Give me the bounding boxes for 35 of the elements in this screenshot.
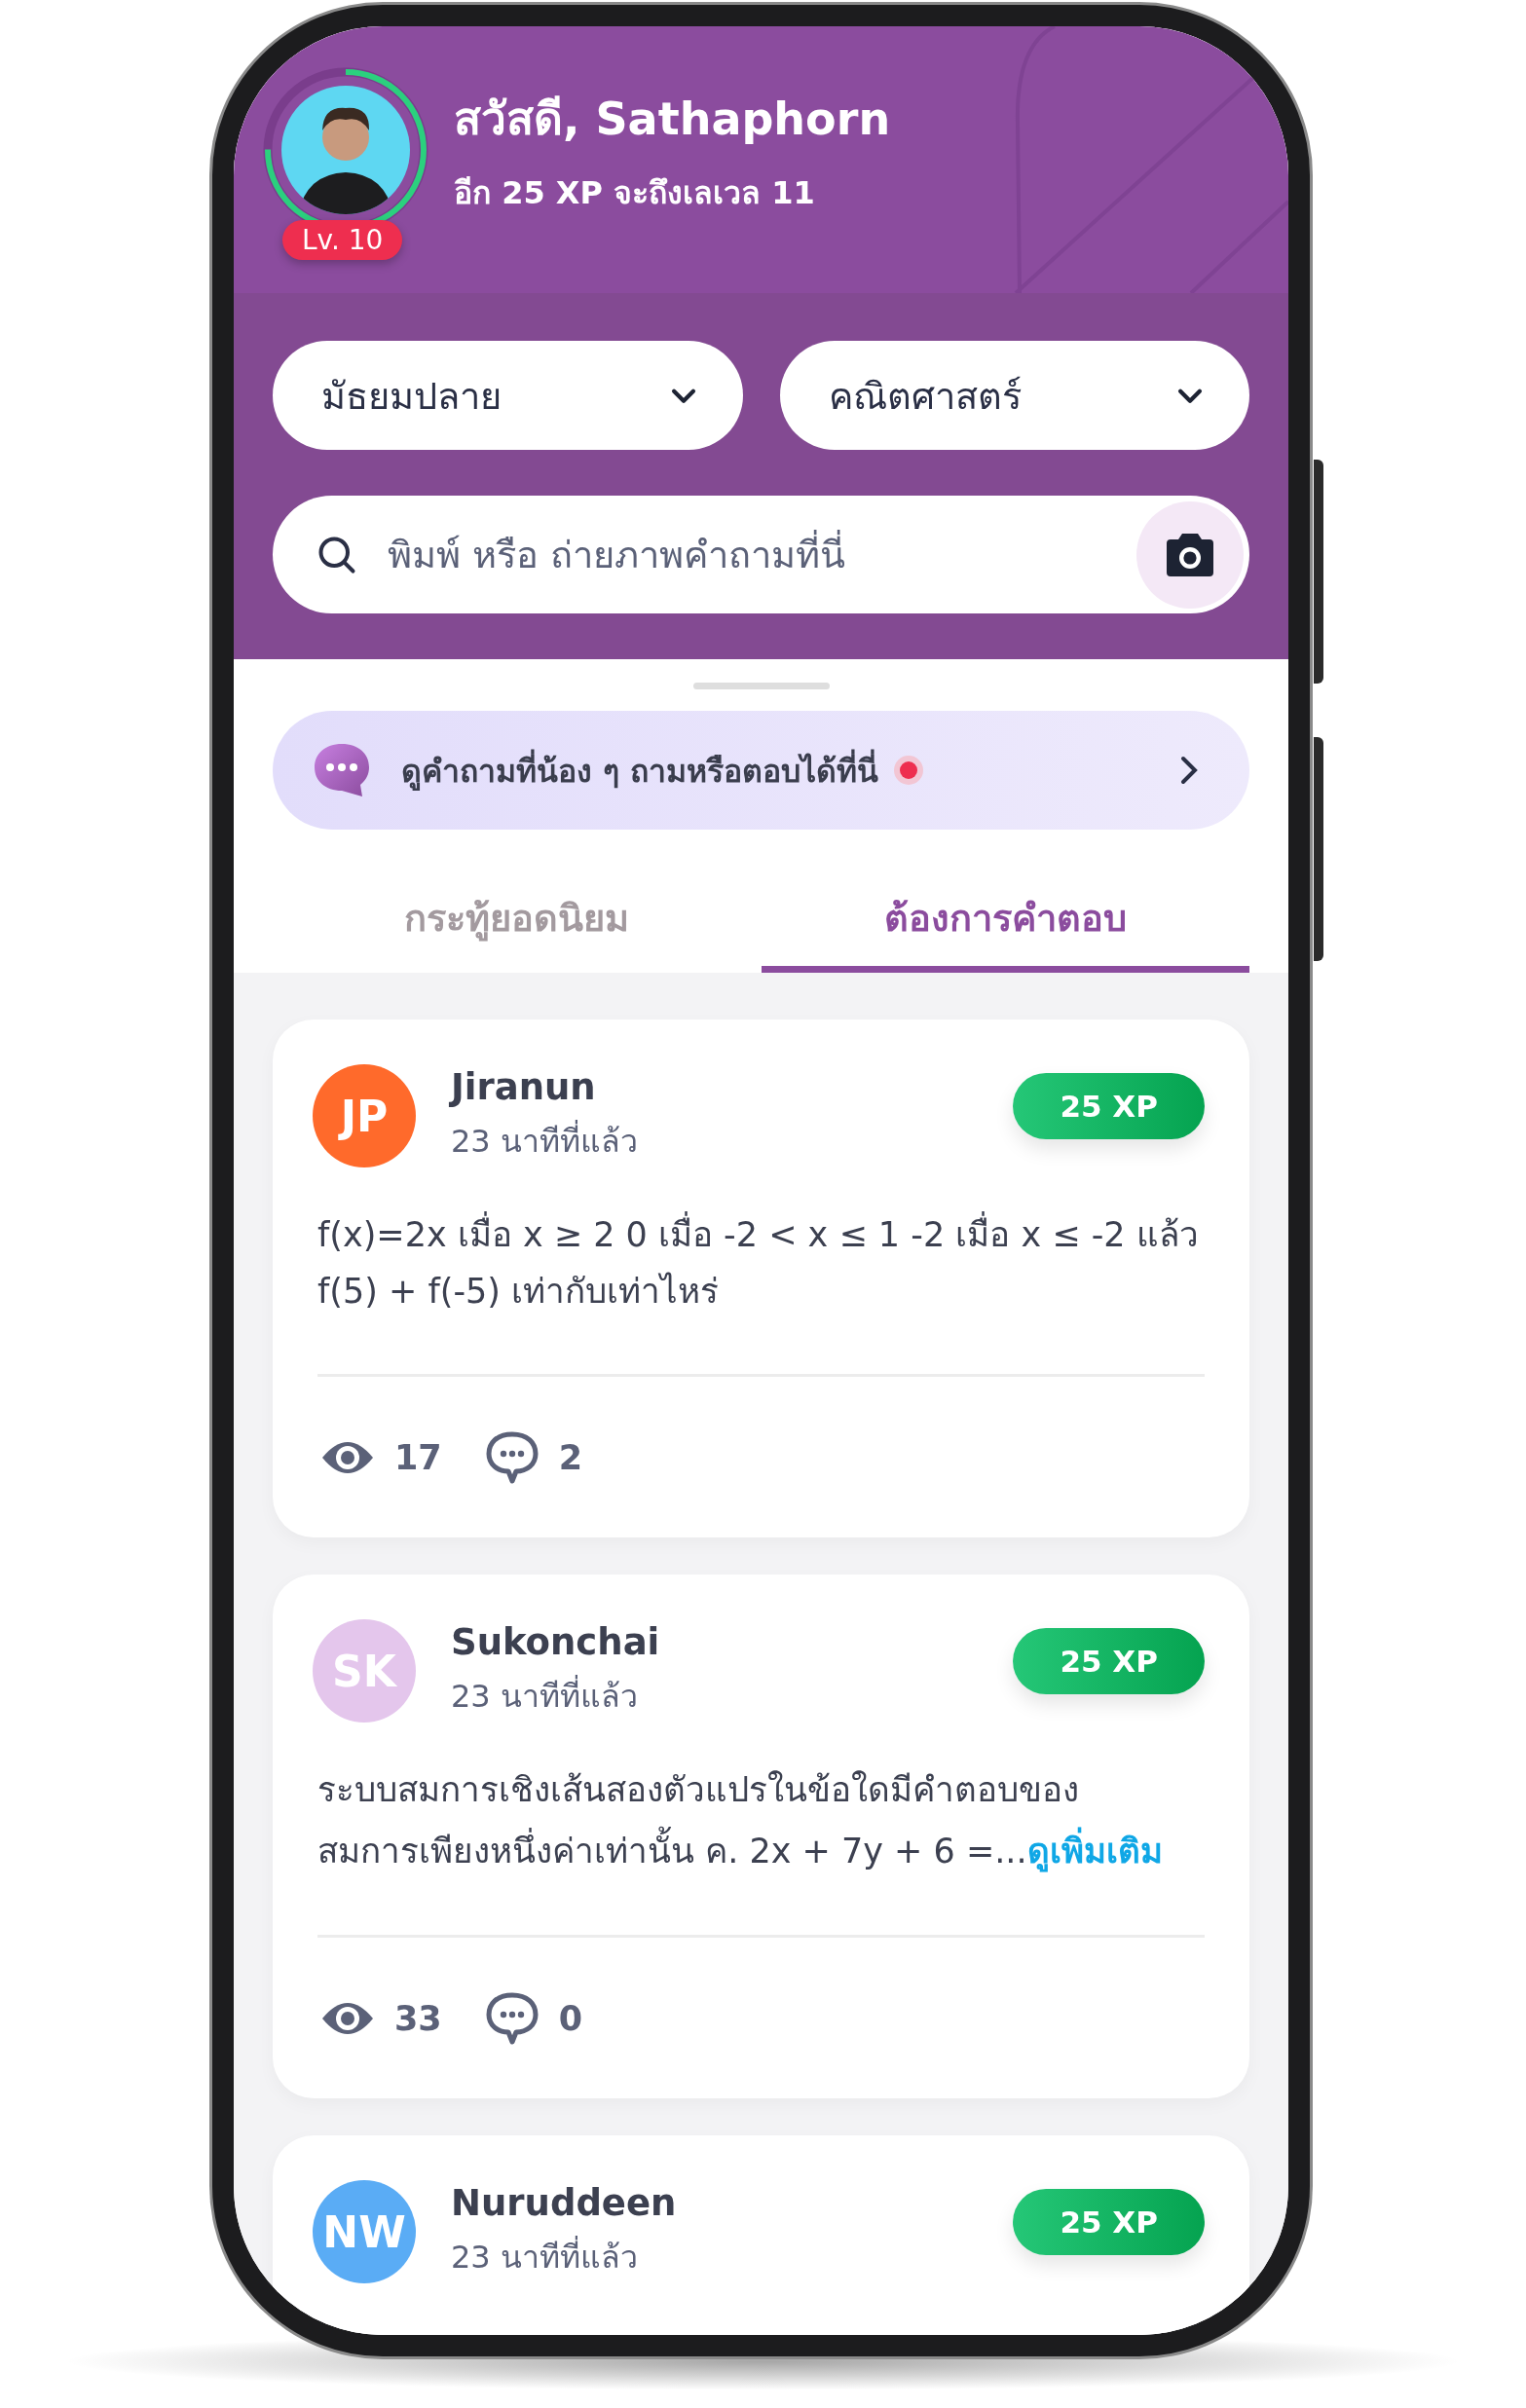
question-text: f(x)=2x เมื่อ x ≥ 2 0 เมื่อ -2 < x ≤ 1 -2 เมื่อ x ≤ -2 แล้ว f(5) + f(-5) เท่ากับเท่าไหร่ — [317, 1206, 1205, 1319]
filter-dropdown[interactable]: คณิตศาสตร์ — [779, 341, 1249, 450]
view-count: 33 — [394, 1998, 442, 2038]
post-time: 23 นาทีที่แล้ว — [451, 1116, 979, 1166]
user-initials-avatar: SK — [313, 1619, 416, 1723]
user-name: Sukonchai — [451, 1621, 661, 1663]
view-count: 17 — [394, 1437, 442, 1477]
post-time: 23 นาทีที่แล้ว — [451, 1671, 979, 1721]
chat-bubble-icon — [312, 742, 372, 798]
question-text: ระบบสมการเชิงเส้นสองตัวแปรในข้อใดมีคำตอบของ สมการเพียงหนึ่งค่าเท่านั้น ค. 2x + 7y + 6 =...ดูเพิ่มเติม — [317, 1761, 1205, 1880]
level-badge: Lv. 10 — [282, 220, 403, 260]
info-banner[interactable]: ดูคำถามที่น้อง ๆ ถามหรือตอบได้ที่นี่ — [273, 711, 1249, 830]
search-bar[interactable]: พิมพ์ หรือ ถ่ายภาพคำถามที่นี่ — [273, 496, 1249, 613]
drag-handle[interactable] — [692, 683, 830, 689]
comment-icon — [484, 1990, 540, 2046]
question-card[interactable]: SK Sukonchai 23 นาทีที่แล้ว 25 XP ระบบสมการเชิงเส้นสองตัวแปรในข้อใดมีคำตอบของ สมการเพียงหนึ่งค่าเท่านั้น ค. 2x + 7y + 6 =...ดูเพิ่มเติม 33 0 — [273, 1574, 1249, 2098]
question-card[interactable]: JP Jiranun 23 นาทีที่แล้ว 25 XP f(x)=2x เมื่อ x ≥ 2 0 เมื่อ -2 < x ≤ 1 -2 เมื่อ x ≤ -2 แล้ว f(5) + f(-5) เท่ากับเท่าไหร่ 17 2 — [273, 1019, 1249, 1537]
search-field[interactable]: พิมพ์ หรือ ถ่ายภาพคำถามที่นี่ — [388, 525, 1107, 584]
xp-badge: 25 XP — [1013, 2189, 1205, 2255]
comment-count: 0 — [558, 1998, 583, 2038]
user-name: Nuruddeen — [451, 2182, 678, 2224]
filter-dropdown[interactable]: มัธยมปลาย — [273, 341, 743, 450]
comment-count: 2 — [558, 1437, 583, 1477]
comment-icon — [484, 1429, 540, 1485]
greeting-title: สวัสดี, Sathaphorn — [454, 92, 891, 147]
post-time: 23 นาทีที่แล้ว — [451, 2232, 979, 2281]
tab[interactable]: ต้องการคำตอบ — [761, 869, 1249, 973]
xp-badge: 25 XP — [1013, 1073, 1205, 1139]
user-initials-avatar: JP — [313, 1064, 416, 1167]
xp-badge: 25 XP — [1013, 1628, 1205, 1694]
user-initials-avatar: NW — [313, 2180, 416, 2283]
question-card[interactable]: NW Nuruddeen 23 นาทีที่แล้ว 25 XP — [273, 2135, 1249, 2335]
xp-subtitle: อีก 25 XP จะถึงเลเวล 11 — [454, 173, 816, 213]
banner-text: ดูคำถามที่น้อง ๆ ถามหรือตอบได้ที่นี่ — [401, 745, 879, 796]
user-name: Jiranun — [451, 1066, 597, 1108]
